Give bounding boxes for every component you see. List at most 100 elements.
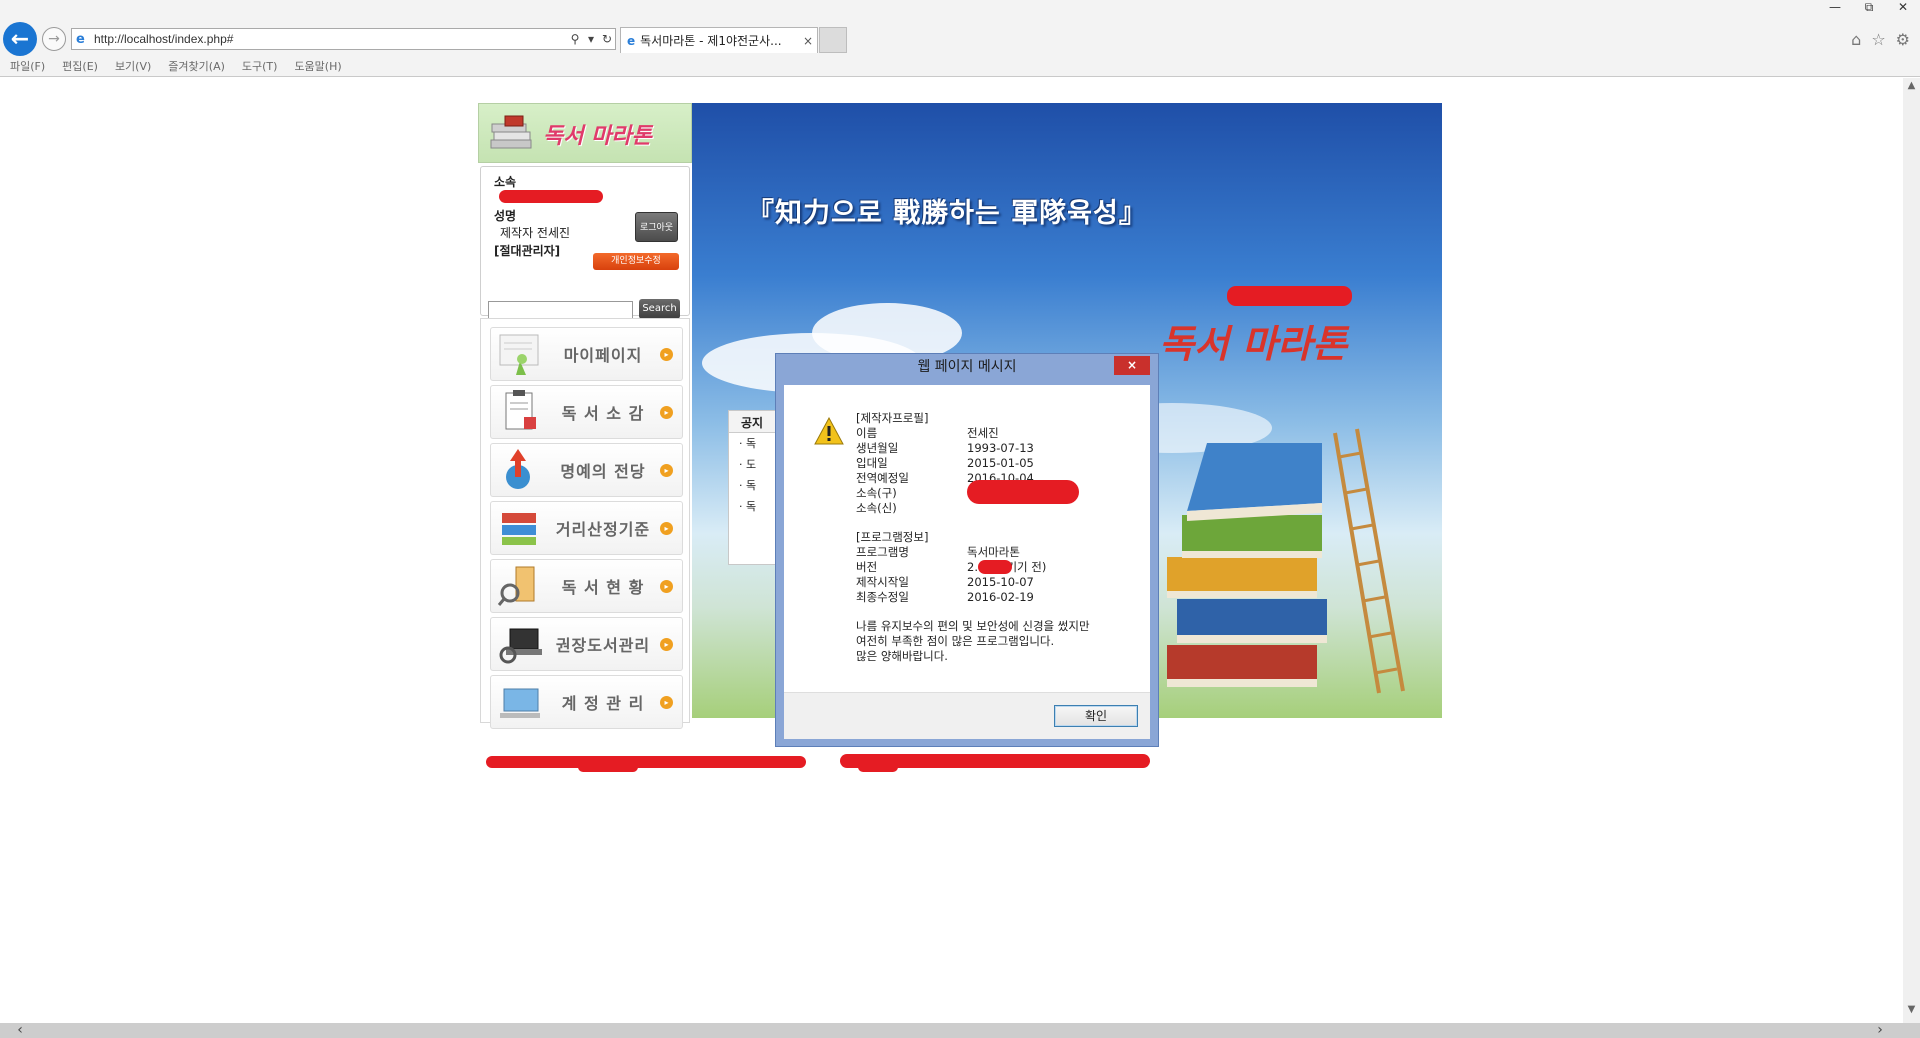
- profile-value: 전세진: [967, 426, 999, 440]
- window-close-icon[interactable]: ✕: [1886, 0, 1920, 18]
- monitor-icon: [500, 688, 540, 718]
- redaction-mark: [978, 560, 1012, 574]
- profile-value: 2015-01-05: [967, 456, 1034, 470]
- browser-tab-active[interactable]: e 독서마라톤 - 제1야전군사... ×: [620, 27, 818, 53]
- profile-edit-button[interactable]: 개인정보수정: [593, 253, 679, 270]
- profile-label: 생년월일: [856, 441, 899, 455]
- menu-file[interactable]: 파일(F): [10, 58, 45, 74]
- chevron-right-icon: ▸: [660, 695, 673, 709]
- window-controls: — ⧉ ✕: [1818, 0, 1920, 18]
- menu-favorites[interactable]: 즐겨찾기(A): [168, 58, 225, 74]
- dialog-title: 웹 페이지 메시지: [917, 359, 1017, 375]
- menu-item-recommended-books[interactable]: 권장도서관리 ▸: [490, 617, 683, 671]
- ok-button[interactable]: 확인: [1054, 705, 1138, 727]
- web-page-message-dialog: 웹 페이지 메시지 × [제작자프로필] 이름 전세진 생년월일 1993-07…: [775, 353, 1159, 747]
- menu-item-label: 명예의 전당: [560, 462, 646, 481]
- trophy-arrow-icon: [506, 449, 530, 489]
- ie-tab-icon: e: [627, 33, 636, 48]
- favorites-star-icon[interactable]: ☆: [1871, 30, 1885, 49]
- scroll-right-icon[interactable]: ›: [1870, 1022, 1890, 1038]
- chevron-right-icon: ▸: [660, 521, 673, 535]
- logo-text: 독서 마라톤: [543, 123, 652, 149]
- profile-label: 소속(구): [856, 486, 897, 500]
- menu-help[interactable]: 도움말(H): [294, 58, 341, 74]
- search-icon[interactable]: ⚲: [567, 32, 583, 46]
- address-bar[interactable]: e http://localhost/index.php# ⚲ ▾ ↻: [71, 28, 616, 50]
- program-value: 2015-10-07: [967, 575, 1034, 589]
- chevron-right-icon: ▸: [660, 579, 673, 593]
- menu-view[interactable]: 보기(V): [115, 58, 151, 74]
- chevron-right-icon: ▸: [660, 347, 673, 361]
- redaction-mark: [578, 762, 638, 772]
- tab-title: 독서마라톤 - 제1야전군사...: [640, 34, 782, 48]
- menu-item-reading-status[interactable]: 독 서 현 황 ▸: [490, 559, 683, 613]
- scroll-up-icon[interactable]: ▲: [1903, 80, 1920, 97]
- redaction-mark: [967, 480, 1079, 504]
- dialog-message-line: 여전히 부족한 점이 많은 프로그램입니다.: [856, 634, 1055, 648]
- scroll-down-icon[interactable]: ▼: [1903, 1004, 1920, 1021]
- menu-item-label: 독 서 현 황: [561, 578, 645, 597]
- address-url[interactable]: http://localhost/index.php#: [94, 32, 567, 46]
- scroll-left-icon[interactable]: ‹: [10, 1022, 30, 1038]
- notice-row-text: 독: [746, 437, 757, 450]
- logout-button[interactable]: 로그아웃: [635, 212, 678, 242]
- dropdown-icon[interactable]: ▾: [583, 32, 599, 46]
- search-button[interactable]: Search: [639, 299, 680, 319]
- restore-icon[interactable]: ⧉: [1852, 0, 1886, 18]
- banner-title: 독서 마라톤: [1159, 321, 1348, 366]
- name-label: 성명: [494, 209, 517, 223]
- dialog-message-line: 나름 유지보수의 편의 및 보안성에 신경을 썼지만: [856, 619, 1090, 633]
- role-badge: [절대관리자]: [494, 244, 561, 258]
- minimize-icon[interactable]: —: [1818, 0, 1852, 18]
- magnifier-door-icon: [497, 566, 535, 606]
- refresh-icon[interactable]: ↻: [599, 32, 615, 46]
- books-logo-icon: [490, 115, 532, 149]
- site-logo[interactable]: 독서 마라톤: [478, 103, 692, 163]
- program-label: 제작시작일: [856, 575, 909, 589]
- name-value: 제작자 전세진: [500, 226, 571, 240]
- new-tab-button[interactable]: [819, 27, 847, 53]
- menu-item-mypage[interactable]: 마이페이지 ▸: [490, 327, 683, 381]
- redaction-mark: [499, 190, 603, 203]
- menu-item-account-management[interactable]: 계 정 관 리 ▸: [490, 675, 683, 729]
- vertical-scrollbar[interactable]: ▲ ▼: [1903, 78, 1920, 1023]
- forward-arrow-icon: →: [48, 31, 60, 47]
- settings-gear-icon[interactable]: ⚙: [1896, 30, 1910, 49]
- chevron-right-icon: ▸: [660, 463, 673, 477]
- dialog-footer: 확인: [784, 692, 1150, 739]
- mypage-icon: [499, 334, 539, 375]
- program-value: 2016-02-19: [967, 590, 1034, 604]
- menu-edit[interactable]: 편집(E): [62, 58, 98, 74]
- menu-item-distance-criteria[interactable]: 거리산정기준 ▸: [490, 501, 683, 555]
- menu-item-label: 계 정 관 리: [561, 694, 645, 713]
- browser-tools: ⌂ ☆ ⚙: [1851, 30, 1910, 49]
- menu-item-hall-of-fame[interactable]: 명예의 전당 ▸: [490, 443, 683, 497]
- home-icon[interactable]: ⌂: [1851, 30, 1861, 49]
- program-label: 최종수정일: [856, 590, 909, 604]
- profile-label: 이름: [856, 426, 878, 440]
- menu-tools[interactable]: 도구(T): [242, 58, 278, 74]
- notice-row-text: 독: [746, 479, 757, 492]
- warning-icon: [814, 417, 844, 445]
- forward-button[interactable]: →: [42, 27, 66, 51]
- menu-item-review[interactable]: 독 서 소 감 ▸: [490, 385, 683, 439]
- browser-chrome: ← → e http://localhost/index.php# ⚲ ▾ ↻ …: [0, 0, 1920, 77]
- program-label: 프로그램명: [856, 545, 909, 559]
- menu-item-label: 독 서 소 감: [561, 404, 645, 423]
- profile-label: 소속(신): [856, 501, 897, 515]
- redaction-mark: [858, 762, 898, 772]
- back-button[interactable]: ←: [3, 22, 37, 56]
- ruler-book-icon: [502, 513, 536, 545]
- side-menu: 마이페이지 ▸ 독 서 소 감 ▸ 명예의 전당 ▸ 거리산정기준 ▸ 독 서 …: [480, 318, 690, 729]
- horizontal-scrollbar[interactable]: ‹ ›: [0, 1022, 1920, 1038]
- redaction-mark: [486, 756, 806, 768]
- tab-close-icon[interactable]: ×: [799, 34, 817, 48]
- menu-item-label: 마이페이지: [563, 346, 643, 365]
- dialog-message-line: 많은 양해바랍니다.: [856, 649, 948, 663]
- laptop-search-icon: [499, 628, 542, 664]
- profile-section-header: [제작자프로필]: [856, 411, 929, 425]
- dialog-close-button[interactable]: ×: [1114, 356, 1150, 375]
- dialog-body: [제작자프로필] 이름 전세진 생년월일 1993-07-13 입대일 2015…: [784, 385, 1150, 739]
- clipboard-icon: [505, 390, 536, 430]
- program-label: 버전: [856, 560, 878, 574]
